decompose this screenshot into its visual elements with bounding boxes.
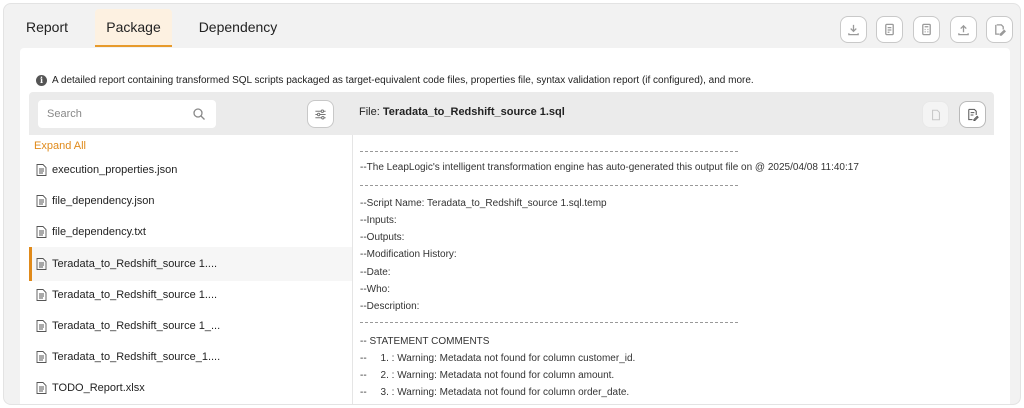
spreadsheet-icon	[36, 382, 47, 394]
tab-report[interactable]: Report	[12, 9, 82, 47]
app-frame: Report Package Dependency i A detailed r…	[3, 3, 1021, 405]
file-item[interactable]: file_dependency.txt	[29, 215, 352, 249]
code-line: -- 2. : Warning: Metadata not found for …	[360, 370, 615, 381]
file-item-label: Teradata_to_Redshift_source_1....	[52, 351, 221, 363]
file-item[interactable]: TODO_Report.xlsx	[29, 371, 352, 404]
file-title-prefix: File:	[359, 106, 380, 118]
code-line: --Inputs:	[360, 215, 397, 226]
document-icon	[36, 258, 47, 270]
calculator-button[interactable]	[913, 16, 940, 43]
file-item[interactable]: execution_properties.json	[29, 153, 352, 187]
tab-dependency[interactable]: Dependency	[186, 9, 290, 47]
edit-button[interactable]	[986, 16, 1013, 43]
upload-icon	[958, 24, 969, 36]
code-line: --Script Name: Teradata_to_Redshift_sour…	[360, 198, 607, 209]
file-title: File: Teradata_to_Redshift_source 1.sql	[359, 106, 565, 118]
calculator-icon	[922, 23, 931, 36]
open-editor-button[interactable]	[959, 101, 986, 128]
file-item[interactable]: Teradata_to_Redshift_source 1_...	[29, 309, 352, 343]
file-item-label: execution_properties.json	[52, 164, 178, 176]
code-line: --Who:	[360, 284, 390, 295]
document-icon	[36, 195, 47, 207]
document-icon	[36, 320, 47, 332]
search-icon[interactable]	[192, 107, 206, 121]
code-line: -- STATEMENT COMMENTS	[360, 336, 490, 347]
file-tree: Expand All execution_properties.json fil…	[29, 135, 353, 404]
file-icon	[931, 109, 940, 120]
file-item[interactable]: file_dependency.json	[29, 184, 352, 218]
document-icon	[36, 289, 47, 301]
code-line: -- 3. : Warning: Metadata not found for …	[360, 387, 630, 398]
document-icon	[36, 164, 47, 176]
code-line: --The LeapLogic's intelligent transforma…	[360, 162, 859, 173]
file-item[interactable]: Teradata_to_Redshift_source 1....	[29, 278, 352, 312]
tab-package[interactable]: Package	[95, 9, 172, 47]
panel-header: File: Teradata_to_Redshift_source 1.sql	[29, 92, 994, 135]
edit-icon	[995, 24, 1006, 36]
file-item-label: file_dependency.txt	[52, 226, 146, 238]
search-input[interactable]	[38, 100, 188, 128]
file-item-label: file_dependency.json	[52, 195, 155, 207]
report-button[interactable]	[876, 16, 903, 43]
edit-file-icon	[968, 108, 979, 121]
download-icon	[848, 24, 859, 36]
sliders-icon	[315, 109, 326, 119]
code-line: --Description:	[360, 301, 420, 312]
code-line: -- 1. : Warning: Metadata not found for …	[360, 353, 636, 364]
code-line: --Modification History:	[360, 249, 457, 260]
code-viewer[interactable]: --The LeapLogic's intelligent transforma…	[354, 135, 994, 404]
info-banner: i A detailed report containing transform…	[36, 73, 754, 87]
code-line: --Outputs:	[360, 232, 405, 243]
file-item-label: Teradata_to_Redshift_source 1....	[52, 258, 218, 270]
tab-bar: Report Package Dependency	[4, 4, 1020, 48]
separator-line	[360, 151, 738, 152]
upload-button[interactable]	[950, 16, 977, 43]
file-item-label: TODO_Report.xlsx	[52, 382, 145, 394]
info-icon: i	[36, 74, 47, 86]
file-item-label: Teradata_to_Redshift_source 1....	[52, 289, 218, 301]
separator-line	[360, 185, 738, 186]
search-box	[38, 100, 216, 128]
download-button[interactable]	[840, 16, 867, 43]
file-panel: File: Teradata_to_Redshift_source 1.sql …	[29, 92, 994, 404]
expand-all-link[interactable]: Expand All	[34, 140, 86, 152]
file-item[interactable]: Teradata_to_Redshift_source_1....	[29, 340, 352, 374]
document-icon	[36, 226, 47, 238]
file-item-selected[interactable]: Teradata_to_Redshift_source 1....	[29, 247, 352, 281]
file-item-label: Teradata_to_Redshift_source 1_...	[52, 320, 221, 332]
package-card: i A detailed report containing transform…	[20, 48, 1010, 404]
report-icon	[885, 23, 894, 36]
filter-button[interactable]	[307, 100, 334, 128]
code-line: --Date:	[360, 267, 391, 278]
file-title-name: Teradata_to_Redshift_source 1.sql	[382, 106, 565, 118]
view-file-button[interactable]	[922, 101, 949, 128]
separator-line	[360, 322, 738, 323]
info-text: A detailed report containing transformed…	[52, 74, 754, 86]
document-icon	[36, 351, 47, 363]
